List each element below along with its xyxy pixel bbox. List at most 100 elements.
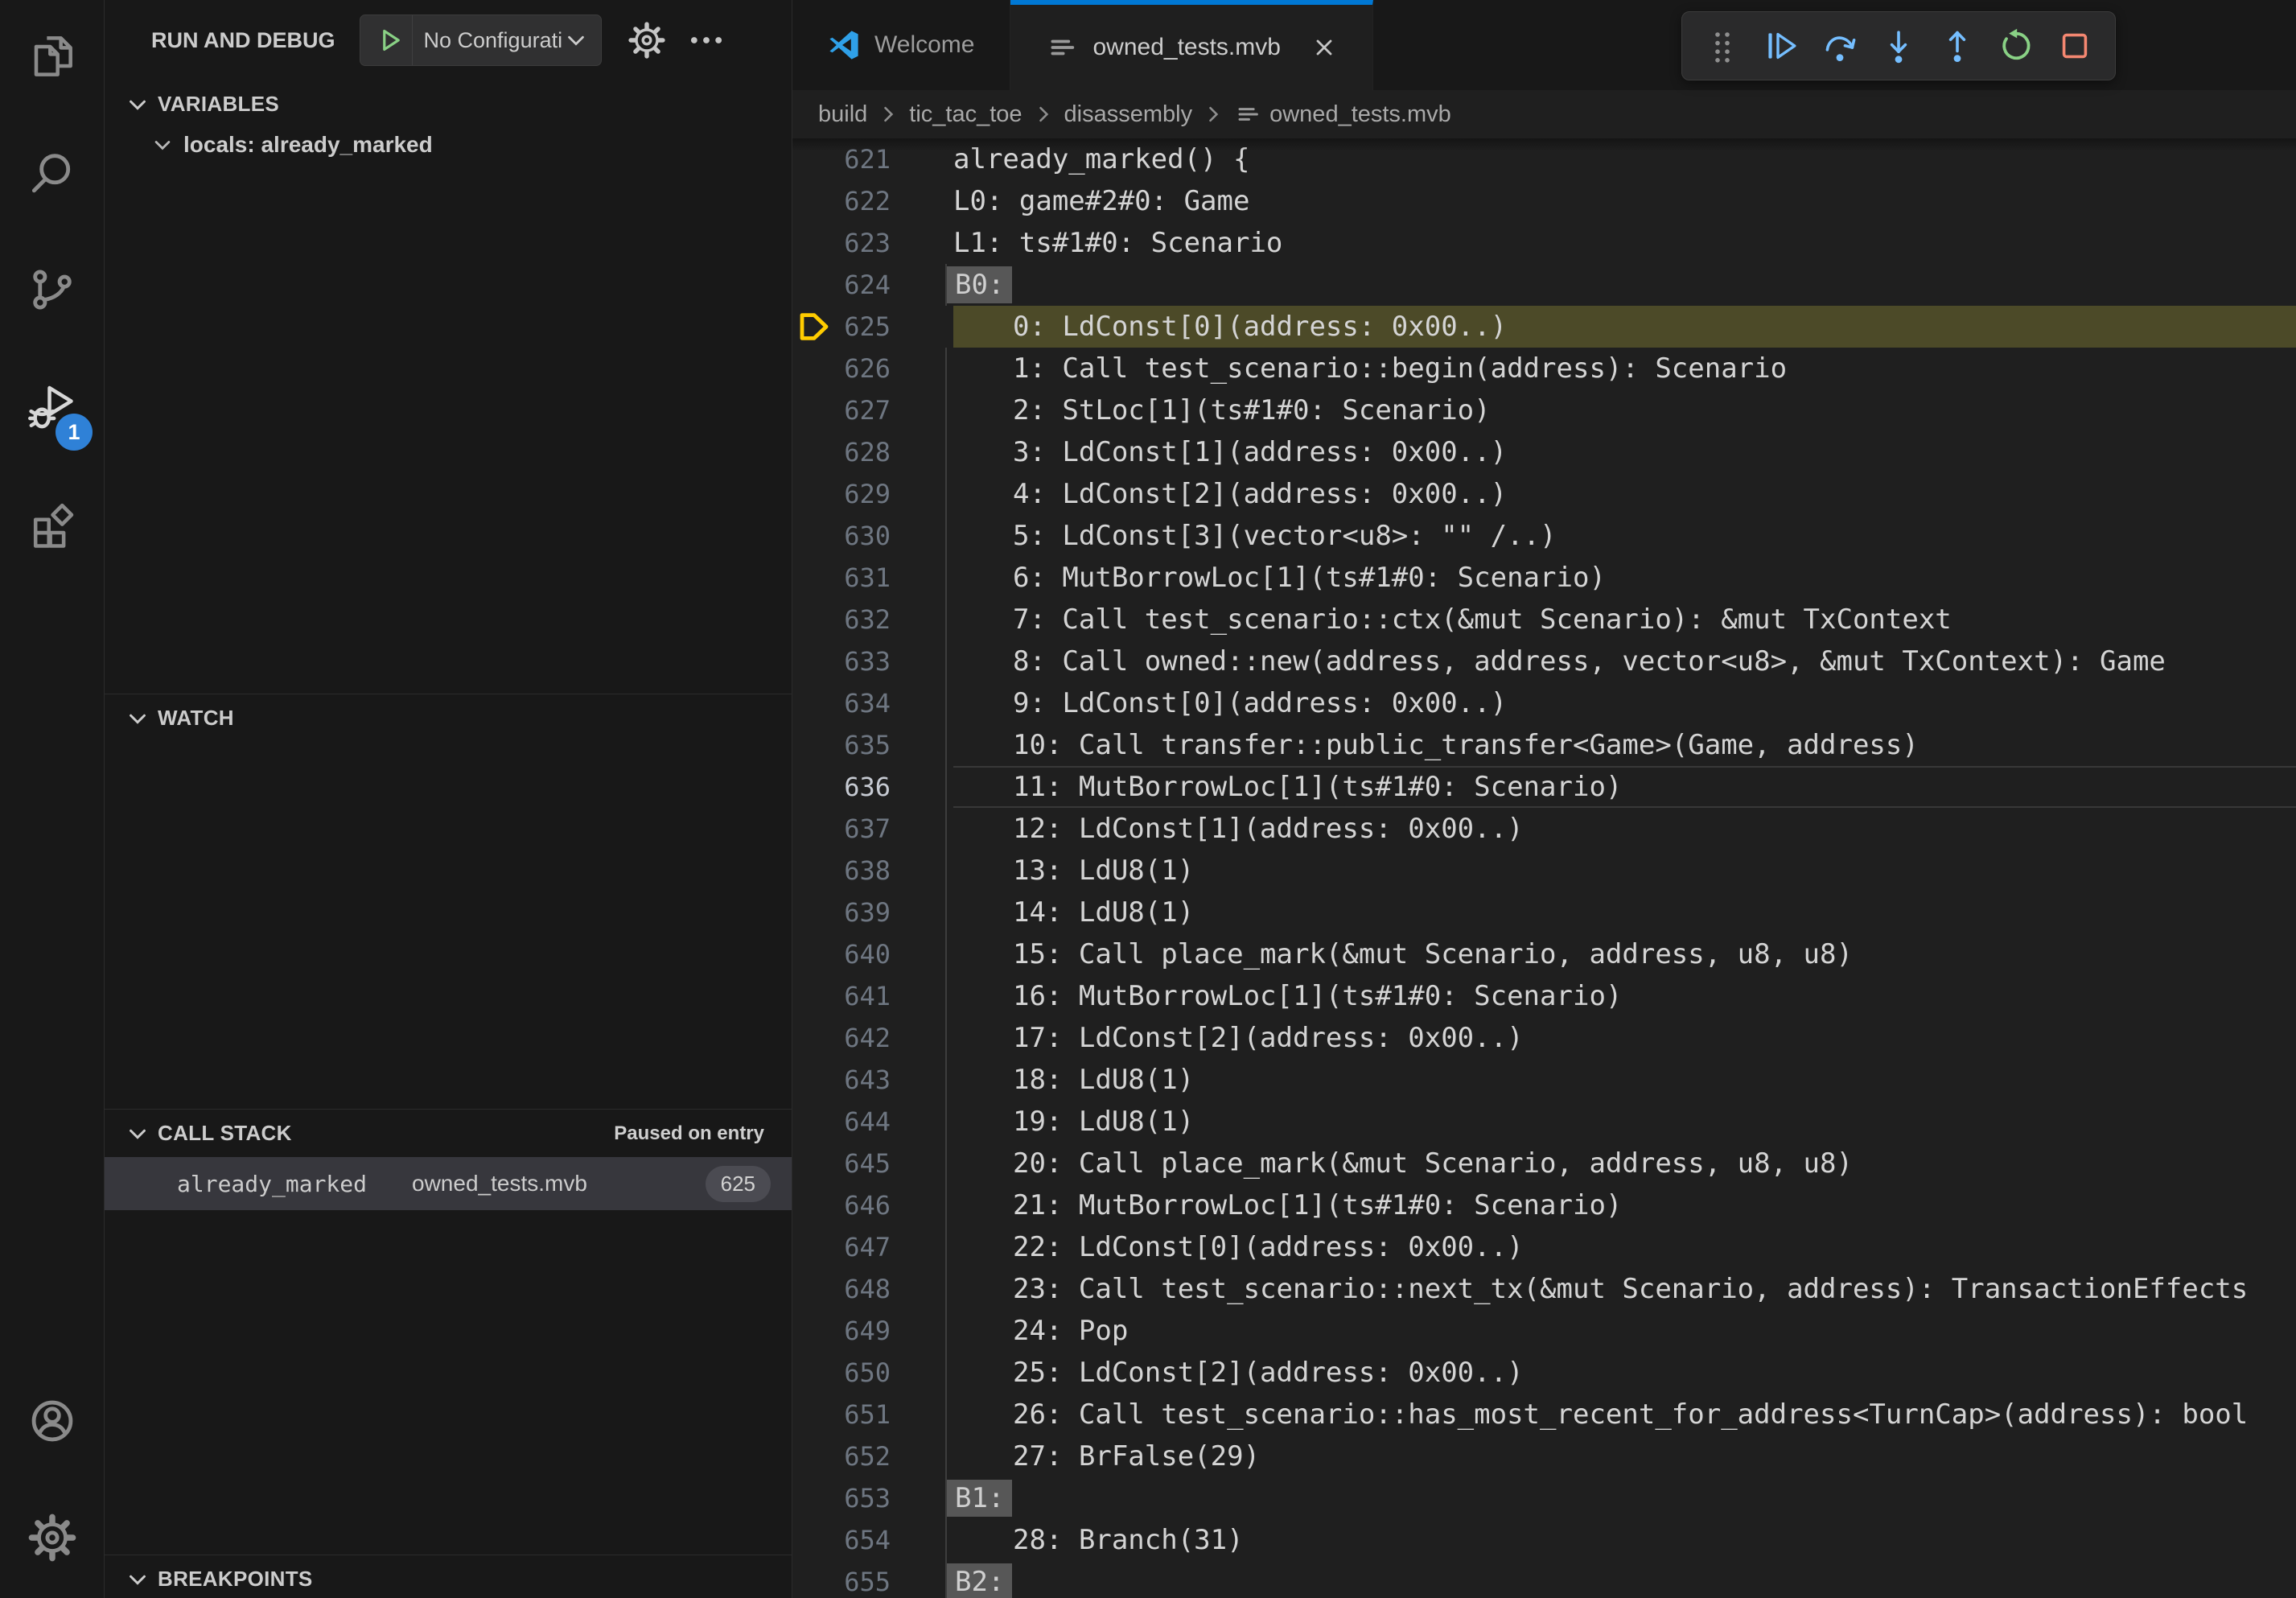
gutter[interactable]: 622 (792, 180, 953, 222)
glyph-margin[interactable] (792, 1022, 837, 1054)
code-line[interactable]: 646 21: MutBorrowLoc[1](ts#1#0: Scenario… (792, 1184, 2296, 1226)
code-line[interactable]: 634 9: LdConst[0](address: 0x00..) (792, 682, 2296, 724)
code-line[interactable]: 636 11: MutBorrowLoc[1](ts#1#0: Scenario… (792, 766, 2296, 808)
code-line[interactable]: 627 2: StLoc[1](ts#1#0: Scenario) (792, 389, 2296, 431)
gutter[interactable]: 634 (792, 682, 953, 724)
glyph-margin[interactable] (792, 1189, 837, 1221)
glyph-margin[interactable] (792, 562, 837, 594)
code-line[interactable]: 632 7: Call test_scenario::ctx(&mut Scen… (792, 599, 2296, 640)
activity-item-run-and-debug[interactable]: 1 (0, 350, 104, 467)
glyph-margin[interactable] (792, 394, 837, 426)
code-line[interactable]: 649 24: Pop (792, 1310, 2296, 1352)
glyph-margin[interactable] (792, 813, 837, 845)
gutter[interactable]: 630 (792, 515, 953, 557)
code-line[interactable]: 623 L1: ts#1#0: Scenario (792, 222, 2296, 264)
gutter[interactable]: 627 (792, 389, 953, 431)
locals-tree-item[interactable]: locals: already_marked (105, 123, 792, 167)
glyph-margin[interactable] (792, 227, 837, 259)
debug-settings-gear-icon[interactable] (626, 19, 668, 61)
gutter[interactable]: 629 (792, 473, 953, 515)
gutter[interactable]: 653 (792, 1477, 953, 1519)
restart-button[interactable] (1986, 18, 2045, 74)
breadcrumb-item-tic-tac-toe[interactable]: tic_tac_toe (909, 101, 1022, 128)
glyph-margin[interactable] (792, 771, 837, 803)
breadcrumb-item-build[interactable]: build (818, 101, 867, 128)
code-line[interactable]: 630 5: LdConst[3](vector<u8>: "" /..) (792, 515, 2296, 557)
gutter[interactable]: 648 (792, 1268, 953, 1310)
glyph-margin[interactable] (792, 1524, 837, 1556)
code-line[interactable]: 654 28: Branch(31) (792, 1519, 2296, 1561)
code-line[interactable]: 639 14: LdU8(1) (792, 892, 2296, 933)
activity-item-source-control[interactable] (0, 233, 104, 350)
gutter[interactable]: 652 (792, 1435, 953, 1477)
gutter[interactable]: 650 (792, 1352, 953, 1394)
gutter[interactable]: 623 (792, 222, 953, 264)
tab-welcome[interactable]: Welcome (792, 0, 1010, 90)
glyph-margin[interactable] (792, 645, 837, 678)
glyph-margin[interactable] (792, 1357, 837, 1389)
launch-config-dropdown[interactable]: No Configurations (360, 14, 602, 66)
code-line[interactable]: 621 already_marked() { (792, 138, 2296, 180)
code-line[interactable]: 641 16: MutBorrowLoc[1](ts#1#0: Scenario… (792, 975, 2296, 1017)
glyph-margin[interactable] (792, 1315, 837, 1347)
activity-item-account[interactable] (0, 1365, 104, 1481)
step-out-button[interactable] (1928, 18, 1986, 74)
code-line[interactable]: 631 6: MutBorrowLoc[1](ts#1#0: Scenario) (792, 557, 2296, 599)
code-line[interactable]: 635 10: Call transfer::public_transfer<G… (792, 724, 2296, 766)
code-line[interactable]: 637 12: LdConst[1](address: 0x00..) (792, 808, 2296, 850)
code-line[interactable]: 629 4: LdConst[2](address: 0x00..) (792, 473, 2296, 515)
code-line[interactable]: 648 23: Call test_scenario::next_tx(&mut… (792, 1268, 2296, 1310)
glyph-margin[interactable] (792, 938, 837, 970)
code-line[interactable]: 645 20: Call place_mark(&mut Scenario, a… (792, 1143, 2296, 1184)
gutter[interactable]: 655 (792, 1561, 953, 1598)
glyph-margin[interactable] (792, 436, 837, 468)
code-editor[interactable]: 621 already_marked() { 622 L0: game#2#0:… (792, 138, 2296, 1598)
gutter[interactable]: 649 (792, 1310, 953, 1352)
call-stack-section-header[interactable]: CALL STACK Paused on entry (105, 1110, 792, 1152)
breadcrumb-item-disassembly[interactable]: disassembly (1064, 101, 1193, 128)
activity-item-settings[interactable] (0, 1481, 104, 1598)
code-line[interactable]: 640 15: Call place_mark(&mut Scenario, a… (792, 933, 2296, 975)
gutter[interactable]: 647 (792, 1226, 953, 1268)
gutter[interactable]: 624 (792, 264, 953, 306)
glyph-margin[interactable] (792, 855, 837, 887)
glyph-margin[interactable] (792, 1064, 837, 1096)
code-line[interactable]: 644 19: LdU8(1) (792, 1101, 2296, 1143)
glyph-margin[interactable] (792, 980, 837, 1012)
glyph-margin[interactable] (792, 603, 837, 636)
gutter[interactable]: 621 (792, 138, 953, 180)
code-line[interactable]: 651 26: Call test_scenario::has_most_rec… (792, 1394, 2296, 1435)
glyph-margin[interactable] (792, 143, 837, 175)
step-into-button[interactable] (1870, 18, 1928, 74)
gutter[interactable]: 645 (792, 1143, 953, 1184)
code-line[interactable]: 647 22: LdConst[0](address: 0x00..) (792, 1226, 2296, 1268)
code-line[interactable]: 653 B1: (792, 1477, 2296, 1519)
code-line[interactable]: 626 1: Call test_scenario::begin(address… (792, 348, 2296, 389)
glyph-margin[interactable] (792, 311, 837, 343)
toolbar-drag-handle[interactable] (1693, 18, 1752, 74)
code-line[interactable]: 622 L0: game#2#0: Game (792, 180, 2296, 222)
glyph-margin[interactable] (792, 1231, 837, 1263)
gutter[interactable]: 641 (792, 975, 953, 1017)
gutter[interactable]: 640 (792, 933, 953, 975)
call-stack-frame[interactable]: already_marked owned_tests.mvb 625 (105, 1157, 792, 1210)
gutter[interactable]: 631 (792, 557, 953, 599)
gutter[interactable]: 646 (792, 1184, 953, 1226)
gutter[interactable]: 639 (792, 892, 953, 933)
code-line[interactable]: 633 8: Call owned::new(address, address,… (792, 640, 2296, 682)
gutter[interactable]: 651 (792, 1394, 953, 1435)
glyph-margin[interactable] (792, 1566, 837, 1598)
code-line[interactable]: 642 17: LdConst[2](address: 0x00..) (792, 1017, 2296, 1059)
glyph-margin[interactable] (792, 1440, 837, 1472)
gutter[interactable]: 644 (792, 1101, 953, 1143)
code-line[interactable]: 624 B0: (792, 264, 2296, 306)
gutter[interactable]: 654 (792, 1519, 953, 1561)
more-actions-icon[interactable] (685, 19, 727, 61)
gutter[interactable]: 625 (792, 306, 953, 348)
glyph-margin[interactable] (792, 1482, 837, 1514)
gutter[interactable]: 635 (792, 724, 953, 766)
code-line[interactable]: 652 27: BrFalse(29) (792, 1435, 2296, 1477)
gutter[interactable]: 628 (792, 431, 953, 473)
glyph-margin[interactable] (792, 520, 837, 552)
glyph-margin[interactable] (792, 269, 837, 301)
